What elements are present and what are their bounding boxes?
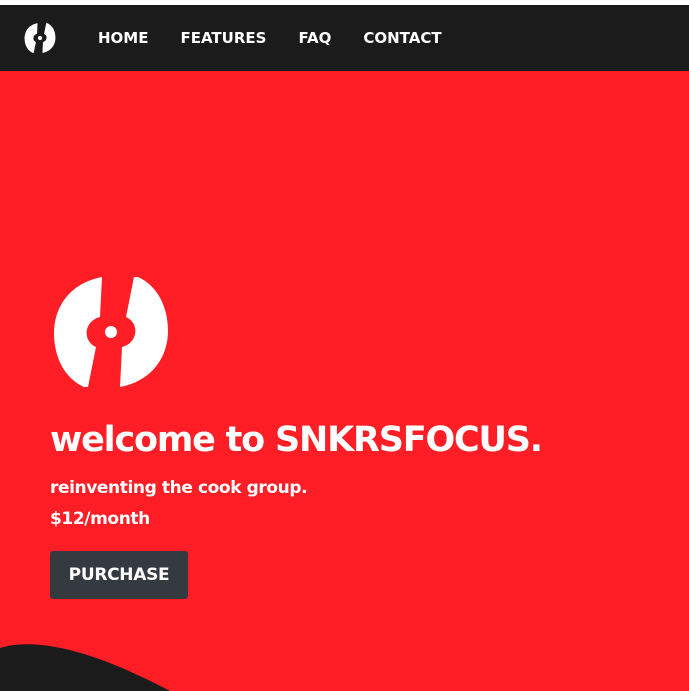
nav-home-link[interactable]: HOME (98, 29, 148, 47)
nav-features-link[interactable]: FEATURES (180, 29, 266, 47)
snkrsfocus-logo-icon[interactable] (24, 21, 56, 55)
hero-price: $12/month (50, 509, 150, 529)
nav-contact-link[interactable]: CONTACT (363, 29, 441, 47)
nav-faq-link[interactable]: FAQ (298, 29, 331, 47)
navbar: HOME FEATURES FAQ CONTACT (0, 5, 689, 71)
nav-links: HOME FEATURES FAQ CONTACT (98, 5, 474, 71)
snkrsfocus-logo-icon (52, 275, 170, 389)
purchase-button[interactable]: PURCHASE (50, 551, 188, 599)
bottom-wave-decoration (0, 644, 170, 691)
hero-subtitle: reinventing the cook group. (50, 478, 308, 498)
hero-title: welcome to SNKRSFOCUS. (50, 420, 543, 460)
